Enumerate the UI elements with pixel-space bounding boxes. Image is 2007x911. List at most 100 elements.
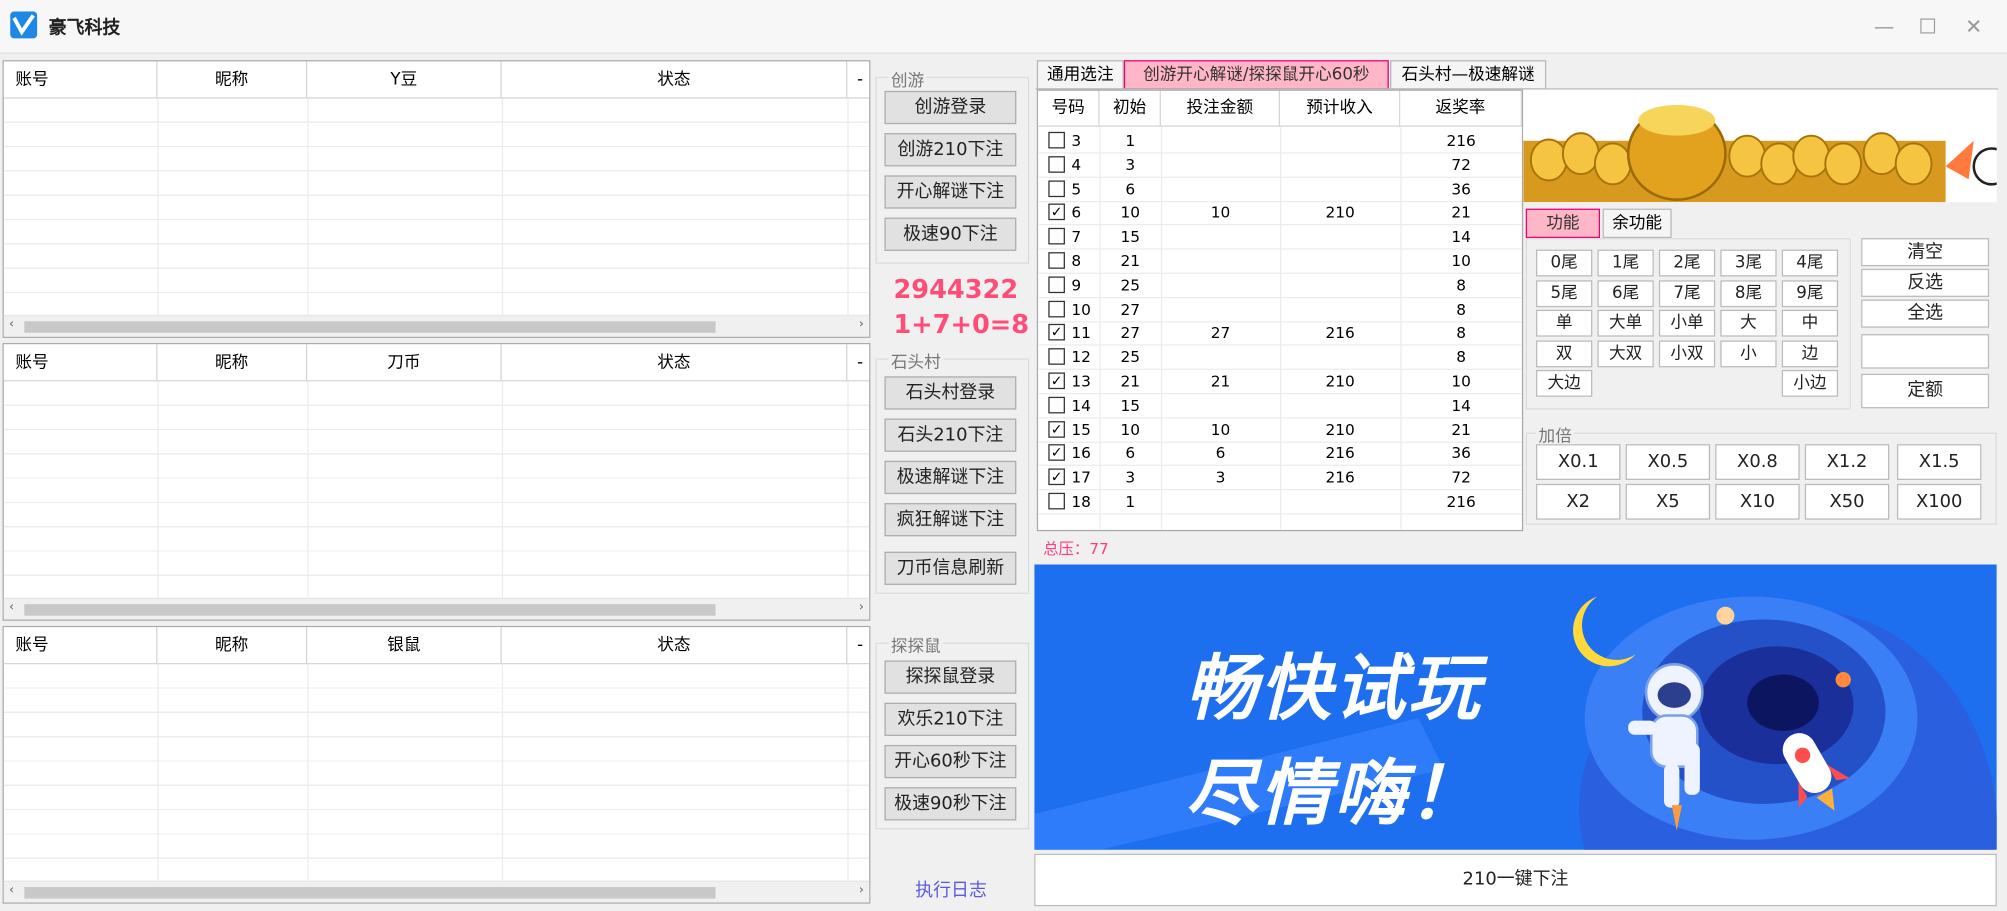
horizontal-scrollbar[interactable]: ‹ › bbox=[3, 314, 870, 337]
tantanshu-button-4[interactable]: 极速90秒下注 bbox=[884, 787, 1017, 821]
bet-checkbox[interactable]: ✓ bbox=[1048, 324, 1065, 341]
chuangyou-button-2[interactable]: 创游210下注 bbox=[884, 133, 1017, 167]
scrollbar-thumb[interactable] bbox=[24, 887, 716, 899]
function-button[interactable]: 小单 bbox=[1658, 309, 1716, 337]
account-grid-1[interactable]: 账号 昵称 Y豆 状态 - ‹ › bbox=[2, 60, 873, 338]
grid-column-header[interactable]: - bbox=[847, 344, 873, 381]
grid-column-header[interactable]: - bbox=[847, 627, 873, 664]
bet-column-header[interactable]: 初始 bbox=[1099, 90, 1161, 127]
function-button[interactable]: 边 bbox=[1781, 339, 1839, 367]
right-button-4[interactable] bbox=[1861, 334, 1990, 369]
bet-column-header[interactable]: 投注金额 bbox=[1160, 90, 1280, 127]
right-button-1[interactable]: 清空 bbox=[1861, 238, 1990, 267]
bet-checkbox[interactable] bbox=[1048, 492, 1065, 510]
bet-checkbox[interactable]: ✓ bbox=[1048, 420, 1065, 438]
multiplier-button[interactable]: X0.5 bbox=[1625, 444, 1711, 480]
tab-2[interactable]: 创游开心解谜/探探鼠开心60秒 bbox=[1123, 60, 1389, 90]
chuangyou-button-4[interactable]: 极速90下注 bbox=[884, 217, 1017, 251]
grid-column-header[interactable]: - bbox=[847, 61, 873, 98]
shitoucun-button-5[interactable]: 刀币信息刷新 bbox=[884, 551, 1017, 585]
function-button[interactable]: 6尾 bbox=[1597, 279, 1654, 307]
tab-functions[interactable]: 功能 bbox=[1525, 208, 1600, 239]
promo-banner[interactable]: 畅快试玩 尽情嗨！ bbox=[1034, 564, 1997, 850]
multiplier-button[interactable]: X2 bbox=[1536, 483, 1621, 520]
grid-column-header[interactable]: 银鼠 bbox=[307, 627, 502, 665]
bet-checkbox[interactable] bbox=[1048, 300, 1065, 317]
bet-table[interactable]: 号码 初始 投注金额 预计收入 返奖率 3 1 216 4 3 72 5 6 36 ✓ 6 10 10 210 21… bbox=[1036, 89, 1524, 532]
bet-checkbox[interactable]: ✓ bbox=[1048, 204, 1065, 221]
grid-column-header[interactable]: Y豆 bbox=[307, 61, 502, 99]
grid-column-header[interactable]: 状态 bbox=[502, 61, 848, 99]
function-button[interactable]: 3尾 bbox=[1720, 249, 1777, 277]
bet-checkbox[interactable] bbox=[1048, 228, 1065, 245]
bet-checkbox[interactable]: ✓ bbox=[1048, 372, 1065, 390]
account-grid-2[interactable]: 账号 昵称 刀币 状态 - ‹ › bbox=[2, 343, 873, 621]
maximize-icon[interactable]: ☐ bbox=[1912, 12, 1943, 43]
function-button[interactable]: 1尾 bbox=[1597, 249, 1654, 277]
account-grid-3[interactable]: 账号 昵称 银鼠 状态 - ‹ › bbox=[2, 625, 873, 904]
grid-column-header[interactable]: 账号 bbox=[4, 627, 158, 665]
grid-column-header[interactable]: 昵称 bbox=[157, 627, 308, 665]
tab-3[interactable]: 石头村—极速解谜 bbox=[1390, 60, 1547, 90]
shitoucun-button-2[interactable]: 石头210下注 bbox=[884, 418, 1017, 452]
scrollbar-thumb[interactable] bbox=[24, 604, 716, 616]
multiplier-button[interactable]: X5 bbox=[1625, 483, 1711, 520]
function-button[interactable]: 9尾 bbox=[1781, 279, 1839, 307]
tantanshu-button-1[interactable]: 探探鼠登录 bbox=[884, 660, 1017, 694]
function-button[interactable]: 0尾 bbox=[1536, 249, 1593, 277]
function-button[interactable]: 4尾 bbox=[1781, 249, 1839, 277]
bet-column-header[interactable]: 返奖率 bbox=[1400, 90, 1522, 127]
function-button[interactable]: 5尾 bbox=[1536, 279, 1593, 307]
shitoucun-button-1[interactable]: 石头村登录 bbox=[884, 376, 1017, 410]
bet-checkbox[interactable] bbox=[1048, 131, 1065, 149]
right-button-5[interactable]: 定额 bbox=[1861, 373, 1990, 409]
scroll-left-icon[interactable]: ‹ bbox=[9, 600, 14, 614]
scroll-right-icon[interactable]: › bbox=[859, 600, 864, 614]
grid-column-header[interactable]: 刀币 bbox=[307, 344, 502, 382]
function-button[interactable]: 7尾 bbox=[1658, 279, 1716, 307]
bet-checkbox[interactable] bbox=[1048, 348, 1065, 366]
execution-log-link[interactable]: 执行日志 bbox=[915, 877, 987, 903]
horizontal-scrollbar[interactable]: ‹ › bbox=[3, 597, 870, 620]
grid-column-header[interactable]: 昵称 bbox=[157, 61, 308, 99]
multiplier-button[interactable]: X10 bbox=[1715, 483, 1800, 520]
shitoucun-button-4[interactable]: 疯狂解谜下注 bbox=[884, 503, 1017, 537]
bet-checkbox[interactable] bbox=[1048, 179, 1065, 197]
grid-column-header[interactable]: 状态 bbox=[502, 344, 848, 382]
multiplier-button[interactable]: X100 bbox=[1896, 483, 1982, 520]
multiplier-button[interactable]: X50 bbox=[1804, 483, 1890, 520]
one-click-bet-button[interactable]: 210一键下注 bbox=[1034, 853, 1997, 907]
scrollbar-thumb[interactable] bbox=[24, 321, 716, 333]
function-button[interactable]: 小边 bbox=[1781, 369, 1839, 397]
tab-extra-functions[interactable]: 余功能 bbox=[1602, 208, 1672, 239]
scroll-left-icon[interactable]: ‹ bbox=[9, 317, 14, 331]
tantanshu-button-3[interactable]: 开心60秒下注 bbox=[884, 744, 1017, 779]
chuangyou-button-1[interactable]: 创游登录 bbox=[884, 90, 1017, 125]
function-button[interactable]: 大 bbox=[1720, 309, 1777, 337]
grid-column-header[interactable]: 昵称 bbox=[157, 344, 308, 382]
grid-column-header[interactable]: 账号 bbox=[4, 344, 158, 382]
grid-column-header[interactable]: 状态 bbox=[502, 627, 848, 665]
multiplier-button[interactable]: X1.5 bbox=[1896, 444, 1982, 480]
scroll-left-icon[interactable]: ‹ bbox=[9, 883, 14, 897]
close-icon[interactable]: ✕ bbox=[1958, 12, 1989, 43]
bet-checkbox[interactable] bbox=[1048, 252, 1065, 269]
multiplier-button[interactable]: X1.2 bbox=[1804, 444, 1890, 480]
bet-checkbox[interactable] bbox=[1048, 396, 1065, 414]
grid-column-header[interactable]: 账号 bbox=[4, 61, 158, 99]
right-button-2[interactable]: 反选 bbox=[1861, 268, 1990, 297]
tantanshu-button-2[interactable]: 欢乐210下注 bbox=[884, 702, 1017, 736]
multiplier-button[interactable]: X0.8 bbox=[1715, 444, 1800, 480]
chuangyou-button-3[interactable]: 开心解谜下注 bbox=[884, 175, 1017, 209]
bet-column-header[interactable]: 预计收入 bbox=[1280, 90, 1401, 127]
function-button[interactable]: 大单 bbox=[1597, 309, 1654, 337]
function-button[interactable]: 8尾 bbox=[1720, 279, 1777, 307]
bet-checkbox[interactable]: ✓ bbox=[1048, 468, 1065, 486]
bet-checkbox[interactable] bbox=[1048, 155, 1065, 173]
function-button[interactable]: 2尾 bbox=[1658, 249, 1716, 277]
scroll-right-icon[interactable]: › bbox=[859, 883, 864, 897]
function-button[interactable]: 小 bbox=[1720, 339, 1777, 367]
bet-checkbox[interactable] bbox=[1048, 276, 1065, 293]
function-button[interactable]: 大双 bbox=[1597, 339, 1654, 367]
function-button[interactable]: 大边 bbox=[1536, 369, 1593, 397]
